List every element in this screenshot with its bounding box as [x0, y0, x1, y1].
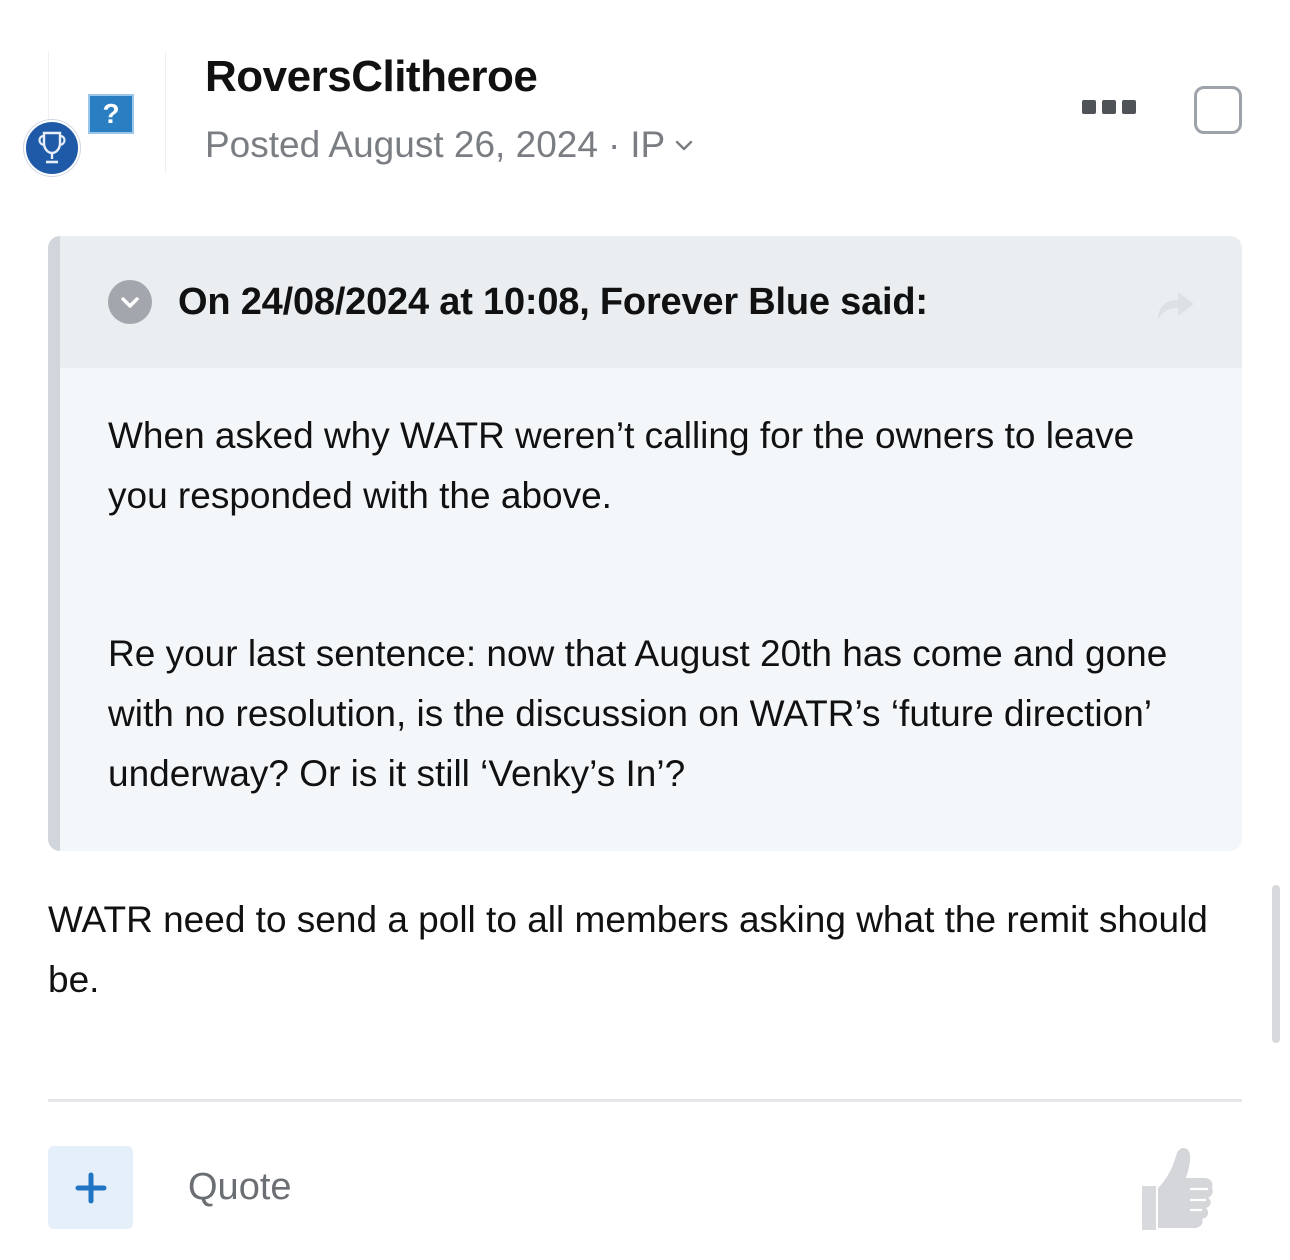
quote-body: When asked why WATR weren’t calling for …: [60, 368, 1242, 804]
quote-citation: On 24/08/2024 at 10:08, Forever Blue sai…: [178, 280, 928, 323]
chevron-down-circle-icon[interactable]: [108, 280, 152, 324]
divider: [48, 1099, 1242, 1102]
quote-paragraph: When asked why WATR weren’t calling for …: [108, 415, 1135, 516]
thumbs-up-icon[interactable]: [1132, 1142, 1214, 1234]
more-options-button[interactable]: [1082, 94, 1138, 120]
chevron-down-icon: [676, 140, 693, 151]
ip-label: IP: [630, 124, 666, 165]
quote-header: On 24/08/2024 at 10:08, Forever Blue sai…: [60, 236, 1242, 368]
more-options-icon: [1082, 100, 1096, 114]
plus-icon: [75, 1172, 106, 1203]
quote-button[interactable]: Quote: [188, 1166, 292, 1209]
multi-select-checkbox[interactable]: [1194, 86, 1242, 134]
ip-dropdown[interactable]: IP: [630, 124, 695, 166]
scrollbar[interactable]: [1272, 885, 1280, 1043]
meta-separator: ·: [607, 124, 621, 165]
author-avatar[interactable]: ?: [22, 52, 172, 177]
post-content: WATR need to send a poll to all members …: [48, 899, 1208, 1000]
trophy-icon: [24, 120, 80, 176]
multiquote-button[interactable]: [48, 1146, 133, 1229]
share-arrow-icon[interactable]: [1154, 284, 1198, 324]
missing-image-icon: ?: [86, 92, 136, 136]
quote-paragraph: Re your last sentence: now that August 2…: [108, 633, 1168, 794]
post-meta: Posted August 26, 2024 · IP: [205, 124, 695, 166]
author-name[interactable]: RoversClitheroe: [205, 52, 538, 102]
quote-block: On 24/08/2024 at 10:08, Forever Blue sai…: [48, 236, 1242, 851]
posted-date: Posted August 26, 2024: [205, 124, 598, 165]
